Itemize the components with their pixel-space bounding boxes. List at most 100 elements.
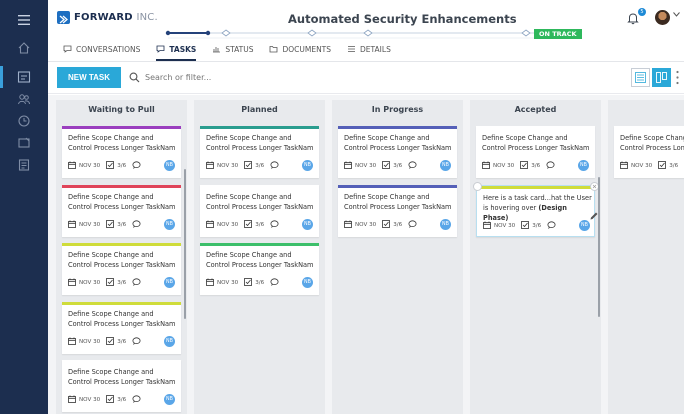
task-card-title: Define Scope Change and Control Process … [620,134,684,152]
tab-documents[interactable]: DOCUMENTS [269,43,331,55]
chevron-down-icon[interactable] [673,10,680,20]
tab-conversations[interactable]: CONVERSATIONS [63,43,140,55]
checklist-icon [520,161,529,171]
task-card[interactable]: Define Scope Change and Control Process … [62,184,181,237]
board-toolbar: NEW TASK [48,63,684,94]
task-card[interactable]: Define Scope Change and Control Process … [200,126,319,178]
comment-icon[interactable] [546,161,555,171]
projects-icon[interactable] [14,67,34,87]
checklist-icon [382,219,391,230]
comment-icon[interactable] [132,336,141,347]
assignee-avatar[interactable]: NB [164,394,175,405]
brand-logo[interactable]: FORWARD INC. [57,11,158,24]
checklist-count: 3/6 [255,221,265,228]
assignee-avatar[interactable]: NB [302,277,313,288]
task-card-meta: NOV 30 3/6 [68,219,141,230]
search-input[interactable] [145,73,295,82]
comment-icon[interactable] [547,220,556,231]
tab-status[interactable]: STATUS [212,43,253,55]
due-date: NOV 30 [217,221,239,228]
task-color-bar [200,243,319,246]
comment-icon[interactable] [270,278,279,288]
task-card-title: Define Scope Change and Control Process … [344,192,452,211]
brand-name: FORWARD [74,12,133,23]
assignee-avatar[interactable]: NB [578,160,589,171]
comment-icon[interactable] [270,161,279,171]
comment-icon[interactable] [132,161,141,171]
column-scrollbar[interactable] [598,177,600,317]
task-card[interactable]: Here is a task card...hat the User is ho… [473,181,599,237]
assignee-avatar[interactable]: NB [164,335,175,347]
task-card-title: Define Scope Change and Control Process … [68,134,176,152]
task-card[interactable]: Define Scope Change and Control Process … [62,301,181,354]
column-accepted: Accepted Define Scope Change and Control … [470,100,601,414]
clock-icon[interactable] [14,111,34,131]
hamburger-menu-icon[interactable] [0,0,48,40]
drag-handle-icon[interactable] [473,181,482,191]
calendar-icon [68,220,76,230]
due-date: NOV 30 [631,163,653,169]
assignee-avatar[interactable]: NB [302,218,313,230]
comment-icon[interactable] [408,219,417,230]
checklist-count: 3/6 [117,280,127,286]
assignee-avatar[interactable]: NB [302,160,313,171]
comment-icon[interactable] [132,219,141,230]
checklist-count: 3/6 [117,338,127,345]
task-card[interactable]: Define Scope Change and Control Process … [338,184,457,237]
assignee-avatar[interactable]: NB [164,160,175,171]
tab-label: CONVERSATIONS [76,44,141,54]
task-card[interactable]: Define Scope Change and Control Process … [62,360,181,412]
project-title: Automated Security Enhancements [288,12,517,26]
due-date: NOV 30 [79,163,101,169]
status-badge: ON TRACK [534,29,582,39]
calendar-icon [620,161,628,171]
inbox-icon[interactable] [14,133,34,153]
comment-icon[interactable] [270,219,279,230]
folder-icon [269,45,278,53]
tab-tasks[interactable]: TASKS [156,43,196,61]
task-card-title: Define Scope Change and Control Process … [206,134,314,152]
task-card[interactable]: Define Scope Change and Control Process … [62,243,181,295]
list-view-icon[interactable] [631,68,650,87]
due-date: NOV 30 [355,221,377,228]
assignee-avatar[interactable]: NB [440,218,451,230]
home-icon[interactable] [14,38,34,58]
task-color-bar [200,126,319,129]
checklist-count: 3/6 [669,163,679,169]
task-card[interactable]: Define Scope Change and Control Process … [200,184,319,237]
column-waiting-to-pull: Waiting to Pull Define Scope Change and C… [56,100,187,414]
comment-icon[interactable] [408,161,417,171]
comment-icon[interactable] [132,395,141,405]
task-card[interactable]: Define Scope Change and Control Process … [614,126,684,178]
task-card[interactable]: Define Scope Change and Control Process … [200,243,319,295]
task-card-meta: NOV 30 3/6 [68,336,141,347]
column-scrollbar[interactable] [184,169,186,319]
checklist-icon [106,161,115,171]
due-date: NOV 30 [79,338,101,345]
new-task-button[interactable]: NEW TASK [57,67,121,88]
task-card-meta: NOV 30 3/6 [620,161,684,171]
board-view-icon[interactable] [652,68,671,87]
task-card-title: Define Scope Change and Control Process … [68,251,176,269]
checklist-count: 3/6 [393,163,403,169]
task-card[interactable]: Define Scope Change and Control Process … [62,126,181,178]
more-options-icon[interactable] [676,70,679,89]
task-card[interactable]: Define Scope Change and Control Process … [476,126,595,178]
task-card-meta: NOV 30 3/6 [206,278,279,288]
user-avatar[interactable] [655,10,670,25]
people-icon[interactable] [14,89,34,109]
due-date: NOV 30 [355,163,377,169]
assignee-avatar[interactable]: NB [164,277,175,288]
task-card-title: Define Scope Change and Control Process … [206,192,314,211]
tab-label: DETAILS [360,44,391,54]
assignee-avatar[interactable]: NB [164,218,175,230]
calendar-icon [344,161,352,171]
assignee-avatar[interactable]: NB [440,160,451,171]
search-box[interactable] [129,69,309,86]
checklist-count: 3/6 [117,221,127,228]
tab-details[interactable]: DETAILS [347,43,391,55]
comment-icon[interactable] [132,278,141,288]
reports-icon[interactable] [14,155,34,175]
task-card[interactable]: Define Scope Change and Control Process … [338,126,457,178]
checklist-icon [106,278,115,288]
